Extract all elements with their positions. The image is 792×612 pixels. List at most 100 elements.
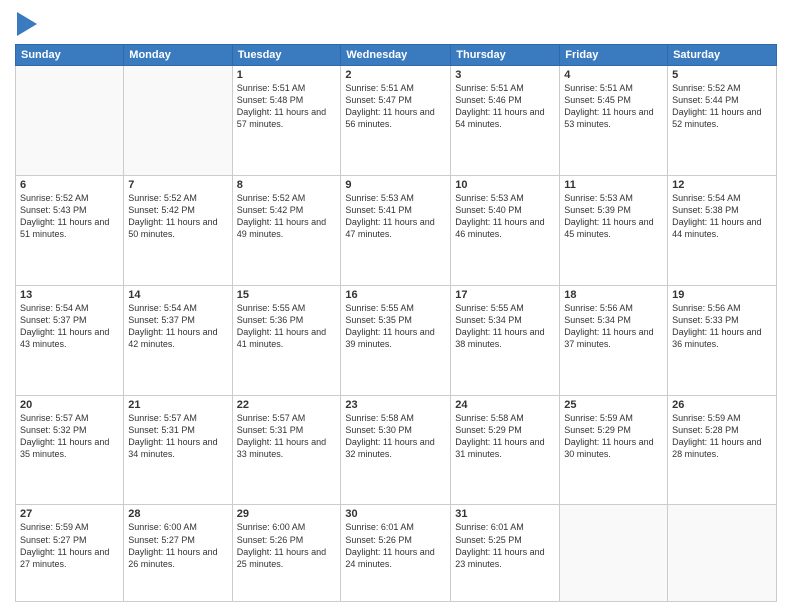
day-number: 29	[237, 508, 337, 520]
day-number: 26	[672, 399, 772, 411]
day-header-monday: Monday	[124, 45, 232, 66]
day-info: Sunrise: 5:57 AM Sunset: 5:31 PM Dayligh…	[237, 412, 337, 461]
day-info: Sunrise: 5:55 AM Sunset: 5:34 PM Dayligh…	[455, 302, 555, 351]
day-info: Sunrise: 5:52 AM Sunset: 5:44 PM Dayligh…	[672, 82, 772, 131]
calendar-cell: 10Sunrise: 5:53 AM Sunset: 5:40 PM Dayli…	[451, 175, 560, 285]
day-number: 20	[20, 399, 119, 411]
day-info: Sunrise: 5:59 AM Sunset: 5:29 PM Dayligh…	[564, 412, 663, 461]
calendar-week-row: 13Sunrise: 5:54 AM Sunset: 5:37 PM Dayli…	[16, 285, 777, 395]
day-info: Sunrise: 6:00 AM Sunset: 5:27 PM Dayligh…	[128, 521, 227, 570]
calendar-cell: 8Sunrise: 5:52 AM Sunset: 5:42 PM Daylig…	[232, 175, 341, 285]
logo	[15, 14, 37, 36]
day-info: Sunrise: 5:59 AM Sunset: 5:27 PM Dayligh…	[20, 521, 119, 570]
day-number: 6	[20, 179, 119, 191]
day-info: Sunrise: 5:58 AM Sunset: 5:30 PM Dayligh…	[345, 412, 446, 461]
day-number: 2	[345, 69, 446, 81]
day-number: 27	[20, 508, 119, 520]
calendar-week-row: 6Sunrise: 5:52 AM Sunset: 5:43 PM Daylig…	[16, 175, 777, 285]
day-number: 21	[128, 399, 227, 411]
day-number: 15	[237, 289, 337, 301]
calendar-cell: 31Sunrise: 6:01 AM Sunset: 5:25 PM Dayli…	[451, 505, 560, 602]
day-info: Sunrise: 5:52 AM Sunset: 5:43 PM Dayligh…	[20, 192, 119, 241]
day-number: 8	[237, 179, 337, 191]
calendar-cell: 23Sunrise: 5:58 AM Sunset: 5:30 PM Dayli…	[341, 395, 451, 505]
calendar-cell: 28Sunrise: 6:00 AM Sunset: 5:27 PM Dayli…	[124, 505, 232, 602]
day-info: Sunrise: 6:01 AM Sunset: 5:25 PM Dayligh…	[455, 521, 555, 570]
day-number: 4	[564, 69, 663, 81]
calendar-cell: 21Sunrise: 5:57 AM Sunset: 5:31 PM Dayli…	[124, 395, 232, 505]
day-info: Sunrise: 5:51 AM Sunset: 5:45 PM Dayligh…	[564, 82, 663, 131]
day-number: 13	[20, 289, 119, 301]
calendar-cell: 4Sunrise: 5:51 AM Sunset: 5:45 PM Daylig…	[560, 66, 668, 176]
calendar-header-row: SundayMondayTuesdayWednesdayThursdayFrid…	[16, 45, 777, 66]
day-info: Sunrise: 5:54 AM Sunset: 5:37 PM Dayligh…	[128, 302, 227, 351]
calendar-cell: 15Sunrise: 5:55 AM Sunset: 5:36 PM Dayli…	[232, 285, 341, 395]
day-number: 31	[455, 508, 555, 520]
day-number: 16	[345, 289, 446, 301]
calendar-cell	[16, 66, 124, 176]
day-number: 17	[455, 289, 555, 301]
day-info: Sunrise: 5:57 AM Sunset: 5:31 PM Dayligh…	[128, 412, 227, 461]
calendar-cell: 22Sunrise: 5:57 AM Sunset: 5:31 PM Dayli…	[232, 395, 341, 505]
day-number: 12	[672, 179, 772, 191]
day-number: 22	[237, 399, 337, 411]
calendar-cell: 27Sunrise: 5:59 AM Sunset: 5:27 PM Dayli…	[16, 505, 124, 602]
day-info: Sunrise: 5:59 AM Sunset: 5:28 PM Dayligh…	[672, 412, 772, 461]
calendar-cell: 25Sunrise: 5:59 AM Sunset: 5:29 PM Dayli…	[560, 395, 668, 505]
day-number: 19	[672, 289, 772, 301]
calendar-cell: 16Sunrise: 5:55 AM Sunset: 5:35 PM Dayli…	[341, 285, 451, 395]
day-info: Sunrise: 5:58 AM Sunset: 5:29 PM Dayligh…	[455, 412, 555, 461]
calendar-cell: 5Sunrise: 5:52 AM Sunset: 5:44 PM Daylig…	[668, 66, 777, 176]
day-info: Sunrise: 5:54 AM Sunset: 5:37 PM Dayligh…	[20, 302, 119, 351]
day-info: Sunrise: 5:51 AM Sunset: 5:48 PM Dayligh…	[237, 82, 337, 131]
day-info: Sunrise: 5:55 AM Sunset: 5:36 PM Dayligh…	[237, 302, 337, 351]
calendar-cell: 7Sunrise: 5:52 AM Sunset: 5:42 PM Daylig…	[124, 175, 232, 285]
calendar-week-row: 20Sunrise: 5:57 AM Sunset: 5:32 PM Dayli…	[16, 395, 777, 505]
calendar-cell: 1Sunrise: 5:51 AM Sunset: 5:48 PM Daylig…	[232, 66, 341, 176]
day-header-thursday: Thursday	[451, 45, 560, 66]
calendar-cell: 19Sunrise: 5:56 AM Sunset: 5:33 PM Dayli…	[668, 285, 777, 395]
day-info: Sunrise: 5:56 AM Sunset: 5:33 PM Dayligh…	[672, 302, 772, 351]
calendar-cell: 29Sunrise: 6:00 AM Sunset: 5:26 PM Dayli…	[232, 505, 341, 602]
day-info: Sunrise: 5:53 AM Sunset: 5:41 PM Dayligh…	[345, 192, 446, 241]
calendar-container: SundayMondayTuesdayWednesdayThursdayFrid…	[0, 0, 792, 612]
day-header-saturday: Saturday	[668, 45, 777, 66]
day-number: 11	[564, 179, 663, 191]
day-number: 7	[128, 179, 227, 191]
calendar-cell: 18Sunrise: 5:56 AM Sunset: 5:34 PM Dayli…	[560, 285, 668, 395]
calendar-cell: 24Sunrise: 5:58 AM Sunset: 5:29 PM Dayli…	[451, 395, 560, 505]
header	[15, 10, 777, 36]
calendar-cell: 12Sunrise: 5:54 AM Sunset: 5:38 PM Dayli…	[668, 175, 777, 285]
day-number: 3	[455, 69, 555, 81]
day-info: Sunrise: 6:00 AM Sunset: 5:26 PM Dayligh…	[237, 521, 337, 570]
calendar-cell: 26Sunrise: 5:59 AM Sunset: 5:28 PM Dayli…	[668, 395, 777, 505]
day-header-wednesday: Wednesday	[341, 45, 451, 66]
day-number: 9	[345, 179, 446, 191]
calendar-cell: 9Sunrise: 5:53 AM Sunset: 5:41 PM Daylig…	[341, 175, 451, 285]
day-info: Sunrise: 5:57 AM Sunset: 5:32 PM Dayligh…	[20, 412, 119, 461]
calendar-cell: 13Sunrise: 5:54 AM Sunset: 5:37 PM Dayli…	[16, 285, 124, 395]
calendar-cell	[124, 66, 232, 176]
calendar-cell: 17Sunrise: 5:55 AM Sunset: 5:34 PM Dayli…	[451, 285, 560, 395]
day-info: Sunrise: 5:51 AM Sunset: 5:46 PM Dayligh…	[455, 82, 555, 131]
calendar-cell: 3Sunrise: 5:51 AM Sunset: 5:46 PM Daylig…	[451, 66, 560, 176]
day-number: 24	[455, 399, 555, 411]
logo-icon	[17, 12, 37, 36]
day-info: Sunrise: 5:53 AM Sunset: 5:39 PM Dayligh…	[564, 192, 663, 241]
calendar-cell: 20Sunrise: 5:57 AM Sunset: 5:32 PM Dayli…	[16, 395, 124, 505]
day-number: 10	[455, 179, 555, 191]
calendar-week-row: 27Sunrise: 5:59 AM Sunset: 5:27 PM Dayli…	[16, 505, 777, 602]
day-number: 23	[345, 399, 446, 411]
day-number: 18	[564, 289, 663, 301]
day-info: Sunrise: 5:52 AM Sunset: 5:42 PM Dayligh…	[128, 192, 227, 241]
day-number: 28	[128, 508, 227, 520]
day-info: Sunrise: 6:01 AM Sunset: 5:26 PM Dayligh…	[345, 521, 446, 570]
calendar-table: SundayMondayTuesdayWednesdayThursdayFrid…	[15, 44, 777, 602]
day-info: Sunrise: 5:55 AM Sunset: 5:35 PM Dayligh…	[345, 302, 446, 351]
day-number: 5	[672, 69, 772, 81]
day-info: Sunrise: 5:56 AM Sunset: 5:34 PM Dayligh…	[564, 302, 663, 351]
calendar-week-row: 1Sunrise: 5:51 AM Sunset: 5:48 PM Daylig…	[16, 66, 777, 176]
day-number: 25	[564, 399, 663, 411]
day-info: Sunrise: 5:52 AM Sunset: 5:42 PM Dayligh…	[237, 192, 337, 241]
calendar-cell: 2Sunrise: 5:51 AM Sunset: 5:47 PM Daylig…	[341, 66, 451, 176]
